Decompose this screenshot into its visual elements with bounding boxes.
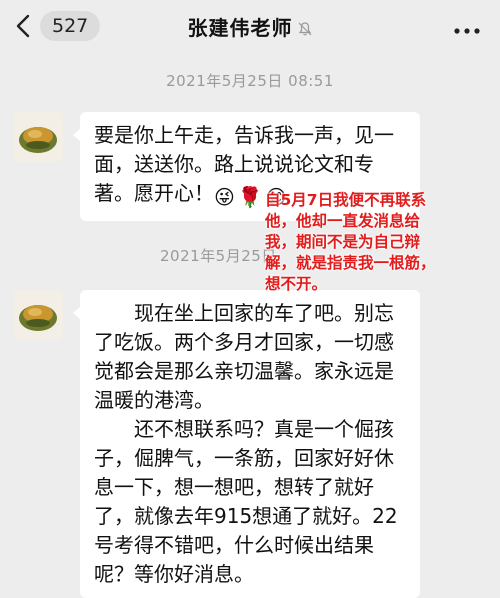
- chat-header: 527 张建伟老师: [0, 0, 500, 56]
- bell-muted-icon: [297, 18, 313, 42]
- message-timestamp: 2021年5月25日: [160, 247, 277, 265]
- message-timestamp: 2021年5月25日 08:51: [166, 72, 334, 90]
- rose-icon: 🌹: [237, 185, 263, 209]
- contact-name: 张建伟老师: [187, 16, 293, 40]
- red-annotation: 自5月7日我便不再联系 他，他却一直发消息给 我，期间不是为自己辩 解，就是指责…: [265, 191, 436, 293]
- message-text-line: 面，送送你。路上说说论文和专: [94, 152, 374, 176]
- avatar[interactable]: [13, 112, 63, 162]
- message-paragraph: 还不想联系吗？真是一个倔孩子，倔脾气，一条筋，回家好好休息一下，想一想吧，想转了…: [94, 417, 398, 586]
- message-paragraph: 现在坐上回家的车了吧。别忘了吃饭。两个多月才回家，一切感觉都会是那么亲切温馨。家…: [94, 301, 394, 412]
- more-dots-icon[interactable]: [454, 20, 480, 39]
- winking-face-icon: 😜: [214, 185, 235, 209]
- chat-title: 张建伟老师: [0, 12, 500, 42]
- message-text-line: 要是你上午走，告诉我一声，见一: [94, 123, 394, 147]
- message-bubble[interactable]: 现在坐上回家的车了吧。别忘了吃饭。两个多月才回家，一切感觉都会是那么亲切温馨。家…: [73, 290, 420, 598]
- avatar[interactable]: [13, 290, 63, 340]
